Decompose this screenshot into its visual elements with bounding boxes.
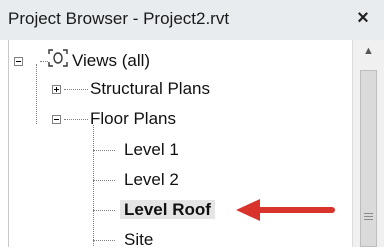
tree-item-level-roof[interactable]: Level Roof bbox=[120, 199, 215, 221]
collapse-toggle-views[interactable] bbox=[14, 57, 23, 66]
title-bar: Project Browser - Project2.rvt × bbox=[0, 0, 384, 40]
tree-connector bbox=[64, 119, 88, 120]
tree-connector bbox=[93, 210, 115, 211]
close-icon[interactable]: × bbox=[352, 6, 374, 30]
scroll-up-icon[interactable]: ▲ bbox=[353, 40, 384, 62]
selected-item-label: Level Roof bbox=[120, 200, 215, 219]
tree-connector bbox=[36, 64, 37, 124]
callout-arrow-icon bbox=[236, 199, 335, 221]
tree-connector bbox=[93, 150, 115, 151]
tree-item-structural-plans[interactable]: Structural Plans bbox=[90, 78, 210, 100]
tree-connector bbox=[93, 125, 94, 246]
panel-title: Project Browser - Project2.rvt bbox=[8, 9, 230, 28]
collapse-toggle-floor-plans[interactable] bbox=[52, 115, 61, 124]
tree-item-views-all[interactable]: Views (all) bbox=[72, 50, 150, 72]
tree-connector bbox=[93, 240, 115, 241]
tree-item-site[interactable]: Site bbox=[124, 229, 153, 251]
tree-item-level-2[interactable]: Level 2 bbox=[124, 169, 179, 191]
project-browser-panel: Project Browser - Project2.rvt × Views (… bbox=[0, 0, 384, 249]
scrollbar-thumb[interactable] bbox=[360, 70, 377, 247]
tree-item-floor-plans[interactable]: Floor Plans bbox=[90, 108, 176, 130]
expand-toggle-structural-plans[interactable] bbox=[52, 85, 61, 94]
vertical-scrollbar[interactable]: ▲ bbox=[352, 40, 384, 247]
tree-connector bbox=[93, 180, 115, 181]
tree-item-level-1[interactable]: Level 1 bbox=[124, 139, 179, 161]
views-icon bbox=[48, 49, 68, 67]
tree-connector bbox=[64, 89, 88, 90]
